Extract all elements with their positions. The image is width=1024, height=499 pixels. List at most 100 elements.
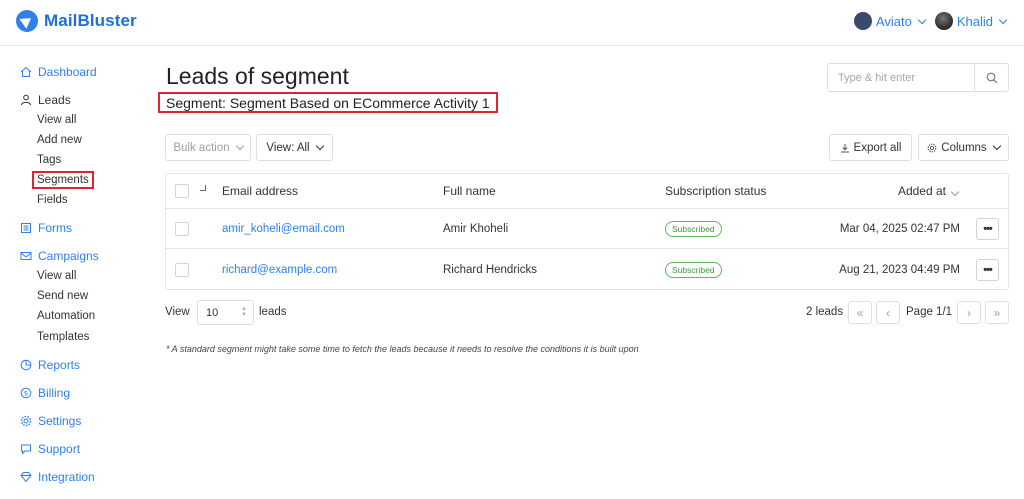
sidebar-sub-view-all-leads[interactable]: View all — [37, 114, 76, 126]
sidebar-item-label: Integration — [38, 470, 95, 484]
sidebar-sub-tags[interactable]: Tags — [37, 154, 61, 166]
sidebar-item-label: Settings — [38, 414, 82, 428]
sidebar-item-label: Forms — [38, 221, 72, 235]
double-chevron-left-icon: « — [856, 305, 864, 320]
leads-count: 2 leads — [806, 306, 844, 318]
chevron-right-icon: › — [967, 305, 971, 320]
select-all-checkbox[interactable] — [175, 184, 189, 198]
view-filter-label: View: All — [266, 141, 310, 154]
view-filter-dropdown[interactable]: View: All — [256, 134, 333, 161]
export-all-button[interactable]: Export all — [829, 134, 912, 161]
next-page-button[interactable]: › — [957, 301, 981, 324]
row-more-button[interactable]: ••• — [976, 259, 999, 281]
mailbluster-logo-icon — [16, 10, 38, 32]
envelope-icon — [20, 252, 32, 260]
columns-label: Columns — [941, 141, 987, 154]
sidebar-item-campaigns[interactable]: Campaigns — [20, 249, 99, 263]
sidebar-sub-fields[interactable]: Fields — [37, 194, 68, 206]
sidebar-item-billing[interactable]: $ Billing — [20, 386, 70, 400]
sidebar-sub-templates[interactable]: Templates — [37, 331, 89, 343]
bulk-action-label: Bulk action — [173, 141, 230, 154]
segment-note: * A standard segment might take some tim… — [166, 344, 639, 354]
chevron-down-icon — [315, 141, 324, 151]
double-chevron-right-icon: » — [993, 305, 1001, 320]
leads-label: leads — [259, 306, 287, 318]
row-more-button[interactable]: ••• — [976, 217, 999, 240]
workspace-switcher[interactable]: Aviato — [853, 12, 927, 30]
row-checkbox[interactable] — [175, 263, 189, 277]
table-row: richard@example.com Richard Hendricks Su… — [166, 250, 1008, 290]
per-page-input[interactable]: 10 ▲ ▼ — [197, 300, 254, 325]
header-email: Email address — [222, 184, 299, 198]
sidebar-item-settings[interactable]: Settings — [20, 414, 81, 428]
export-all-label: Export all — [853, 141, 902, 154]
sidebar-item-label: Dashboard — [38, 65, 97, 79]
segment-label: Segment: Segment Based on ECommerce Acti… — [158, 92, 498, 113]
header-added-at-label: Added at — [897, 184, 946, 198]
table-row: amir_koheli@email.com Amir Khoheli Subsc… — [166, 209, 1008, 249]
view-label: View — [165, 306, 190, 318]
lead-full-name: Amir Khoheli — [443, 222, 509, 235]
svg-text:$: $ — [24, 390, 28, 398]
sidebar-sub-send-new[interactable]: Send new — [37, 290, 88, 302]
table-header: Email address Full name Subscription sta… — [166, 174, 1008, 209]
sidebar-item-support[interactable]: Support — [20, 442, 80, 456]
page-indicator: Page 1/1 — [906, 306, 953, 318]
leads-table: Email address Full name Subscription sta… — [165, 173, 1009, 290]
sidebar-item-label: Campaigns — [38, 249, 99, 263]
lead-email[interactable]: amir_koheli@email.com — [222, 223, 345, 235]
logo[interactable]: MailBluster — [16, 10, 137, 32]
sidebar-item-label: Support — [38, 442, 81, 456]
chevron-down-icon — [235, 141, 244, 151]
chevron-down-icon[interactable] — [200, 185, 206, 191]
top-right-controls: Aviato Khalid — [853, 12, 1008, 30]
status-badge: Subscribed — [665, 262, 722, 278]
columns-dropdown[interactable]: Columns — [918, 134, 1009, 161]
bulk-action-button[interactable]: Bulk action — [165, 134, 251, 161]
pie-chart-icon — [20, 359, 32, 371]
header-added-at[interactable]: Added at — [897, 184, 960, 198]
home-icon — [20, 66, 32, 77]
stepper-icon[interactable]: ▲ ▼ — [241, 306, 247, 318]
sidebar-sub-segments[interactable]: Segments — [32, 171, 94, 189]
chat-icon — [21, 444, 31, 455]
row-checkbox[interactable] — [175, 221, 189, 236]
form-icon — [21, 223, 31, 233]
lead-full-name: Richard Hendricks — [443, 264, 537, 276]
search-input[interactable] — [828, 64, 974, 91]
workspace-name: Aviato — [875, 13, 912, 29]
user-name: Khalid — [956, 13, 993, 29]
sidebar-item-label: Reports — [38, 358, 81, 372]
diamond-icon — [20, 472, 32, 483]
search-icon — [986, 72, 997, 83]
sidebar-item-dashboard[interactable]: Dashboard — [20, 65, 97, 79]
sidebar-item-integration[interactable]: Integration — [20, 470, 95, 484]
sidebar-item-reports[interactable]: Reports — [20, 358, 80, 372]
logo-text: MailBluster — [44, 11, 137, 30]
status-badge: Subscribed — [665, 220, 722, 237]
sidebar-item-forms[interactable]: Forms — [20, 221, 72, 235]
lead-added-at: Mar 04, 2025 02:47 PM — [839, 222, 960, 235]
first-page-button[interactable]: « — [848, 301, 872, 324]
user-menu[interactable]: Khalid — [934, 12, 1008, 30]
sidebar-sub-view-all-campaigns[interactable]: View all — [37, 270, 76, 282]
per-page-value: 10 — [206, 306, 219, 319]
chevron-down-icon — [992, 141, 1001, 151]
sidebar-sub-add-new[interactable]: Add new — [37, 134, 82, 146]
sidebar-item-leads[interactable]: Leads — [20, 93, 71, 107]
last-page-button[interactable]: » — [985, 301, 1009, 324]
prev-page-button[interactable]: ‹ — [876, 301, 900, 324]
sidebar: Dashboard Leads View all Add new Tags Se… — [0, 46, 130, 499]
sidebar-item-label: Billing — [38, 386, 71, 400]
header-full-name: Full name — [443, 184, 496, 198]
sidebar-item-label: Leads — [38, 93, 71, 107]
chevron-down-icon — [950, 187, 960, 197]
gear-icon — [927, 143, 937, 152]
page-title: Leads of segment — [166, 63, 349, 89]
sidebar-sub-automation[interactable]: Automation — [37, 310, 95, 322]
chevron-down-icon — [998, 15, 1008, 24]
lead-email[interactable]: richard@example.com — [222, 264, 337, 276]
dollar-icon: $ — [20, 387, 32, 399]
search-button[interactable] — [974, 64, 1008, 91]
header-subscription-status: Subscription status — [665, 184, 767, 198]
